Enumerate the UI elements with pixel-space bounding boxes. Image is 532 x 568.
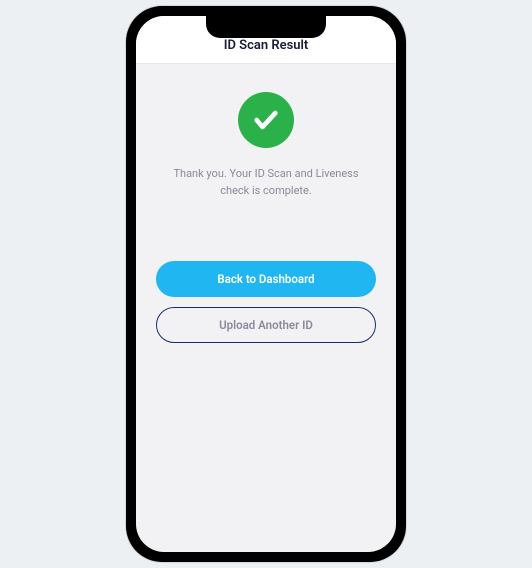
phone-frame: ID Scan Result Thank you. Your ID Scan a… [126,6,406,562]
phone-notch [206,16,326,38]
screen: ID Scan Result Thank you. Your ID Scan a… [136,16,396,552]
success-icon [238,92,294,148]
button-group: Back to Dashboard Upload Another ID [156,261,376,343]
checkmark-icon [252,106,280,134]
page-title: ID Scan Result [136,38,396,53]
back-to-dashboard-button[interactable]: Back to Dashboard [156,261,376,297]
content: Thank you. Your ID Scan and Liveness che… [136,64,396,552]
upload-another-id-button[interactable]: Upload Another ID [156,307,376,343]
success-message: Thank you. Your ID Scan and Liveness che… [156,166,376,199]
